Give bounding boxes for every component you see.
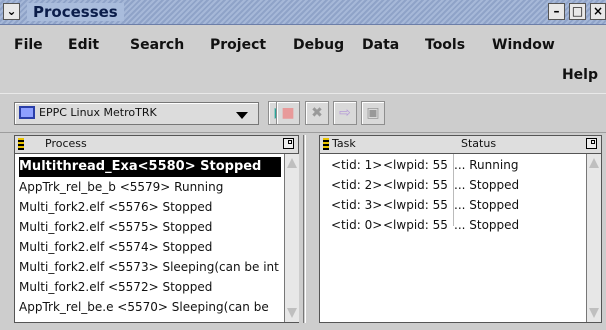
title-bar: ⌄ Processes – □ ×: [0, 0, 606, 25]
panel-splitter[interactable]: [300, 135, 308, 323]
task-row[interactable]: <tid: 1> <lwpid: 55 ... Running: [320, 155, 585, 175]
status-column-header[interactable]: Status: [461, 137, 496, 150]
minimize-button[interactable]: –: [548, 3, 565, 20]
window-title: Processes: [27, 3, 124, 21]
target-label: EPPC Linux MetroTRK: [39, 106, 157, 119]
panel-toggle-icon[interactable]: [586, 138, 597, 149]
task-lwpid: <lwpid: 55: [383, 218, 448, 232]
kill-button[interactable]: ✖: [305, 101, 329, 125]
scroll-down-icon[interactable]: [589, 308, 599, 318]
menu-project[interactable]: Project: [210, 37, 266, 53]
process-row[interactable]: Multi_fork2.elf <5573> Sleeping(can be i…: [19, 257, 281, 277]
task-status: ... Stopped: [454, 218, 520, 232]
task-lwpid: <lwpid: 55: [383, 198, 448, 212]
computer-icon: [19, 106, 35, 119]
grip-icon: [323, 138, 329, 150]
dropdown-arrow-icon: [236, 112, 248, 119]
task-tid: <tid: 0>: [331, 218, 383, 232]
processes-window: ⌄ Processes – □ × File Edit Search Proje…: [0, 0, 606, 330]
task-row[interactable]: <tid: 0> <lwpid: 55 ... Stopped: [320, 215, 585, 235]
task-status: ... Stopped: [454, 198, 520, 212]
process-column-header[interactable]: Process: [45, 137, 87, 150]
kill-icon: ✖: [311, 105, 323, 121]
close-button[interactable]: ×: [590, 3, 606, 20]
task-column-header[interactable]: Task: [332, 137, 356, 150]
menu-window[interactable]: Window: [492, 37, 555, 53]
process-row[interactable]: Multi_fork2.elf <5574> Stopped: [19, 237, 281, 257]
window-menu-chevron-icon[interactable]: ⌄: [3, 3, 20, 20]
scroll-up-icon[interactable]: [287, 158, 297, 168]
save-icon: ▣: [366, 105, 380, 121]
menu-data[interactable]: Data: [362, 37, 399, 53]
toolbar: EPPC Linux MetroTRK ▶ ■ ✖ ⇨ ▣: [0, 93, 606, 133]
task-tid: <tid: 2>: [331, 178, 383, 192]
maximize-button[interactable]: □: [569, 3, 586, 20]
task-scrollbar[interactable]: [586, 154, 601, 322]
task-status: ... Running: [454, 158, 519, 172]
task-tid: <tid: 1>: [331, 158, 383, 172]
menu-search[interactable]: Search: [130, 37, 184, 53]
process-panel-header: Process: [15, 136, 298, 154]
task-tid: <tid: 3>: [331, 198, 383, 212]
task-lwpid: <lwpid: 55: [383, 158, 448, 172]
task-lwpid: <lwpid: 55: [383, 178, 448, 192]
task-row[interactable]: <tid: 2> <lwpid: 55 ... Stopped: [320, 175, 585, 195]
menu-help[interactable]: Help: [562, 67, 598, 83]
task-panel-header: Task Status: [320, 136, 601, 154]
menu-debug[interactable]: Debug: [293, 37, 344, 53]
menu-bar: File Edit Search Project Debug Data Tool…: [0, 25, 606, 93]
process-row[interactable]: Multi_fork2.elf <5575> Stopped: [19, 217, 281, 237]
stop-icon: ■: [281, 105, 295, 121]
stop-button[interactable]: ■: [276, 101, 300, 125]
menu-edit[interactable]: Edit: [68, 37, 99, 53]
attach-button[interactable]: ⇨: [333, 101, 357, 125]
process-row[interactable]: Multi_fork2.elf <5576> Stopped: [19, 197, 281, 217]
target-select[interactable]: EPPC Linux MetroTRK: [14, 102, 259, 125]
scroll-up-icon[interactable]: [589, 158, 599, 168]
process-scrollbar[interactable]: [284, 154, 299, 322]
process-row[interactable]: AppTrk_rel_be_b <5579> Running: [19, 177, 281, 197]
process-panel: Process Multithread_Exa<5580> Stopped Ap…: [14, 135, 299, 323]
process-row[interactable]: AppTrk_rel_be.e <5570> Sleeping(can be: [19, 297, 281, 317]
panel-toggle-icon[interactable]: [283, 138, 294, 149]
menu-tools[interactable]: Tools: [425, 37, 465, 53]
process-row[interactable]: Multi_fork2.elf <5572> Stopped: [19, 277, 281, 297]
process-row[interactable]: Multithread_Exa<5580> Stopped: [19, 157, 281, 177]
menu-file[interactable]: File: [14, 37, 43, 53]
task-status: ... Stopped: [454, 178, 520, 192]
save-button[interactable]: ▣: [361, 101, 385, 125]
scroll-down-icon[interactable]: [287, 308, 297, 318]
attach-icon: ⇨: [339, 105, 351, 121]
grip-icon: [18, 138, 24, 150]
task-panel: Task Status <tid: 1> <lwpid: 55 ... Runn…: [319, 135, 602, 323]
task-row[interactable]: <tid: 3> <lwpid: 55 ... Stopped: [320, 195, 585, 215]
